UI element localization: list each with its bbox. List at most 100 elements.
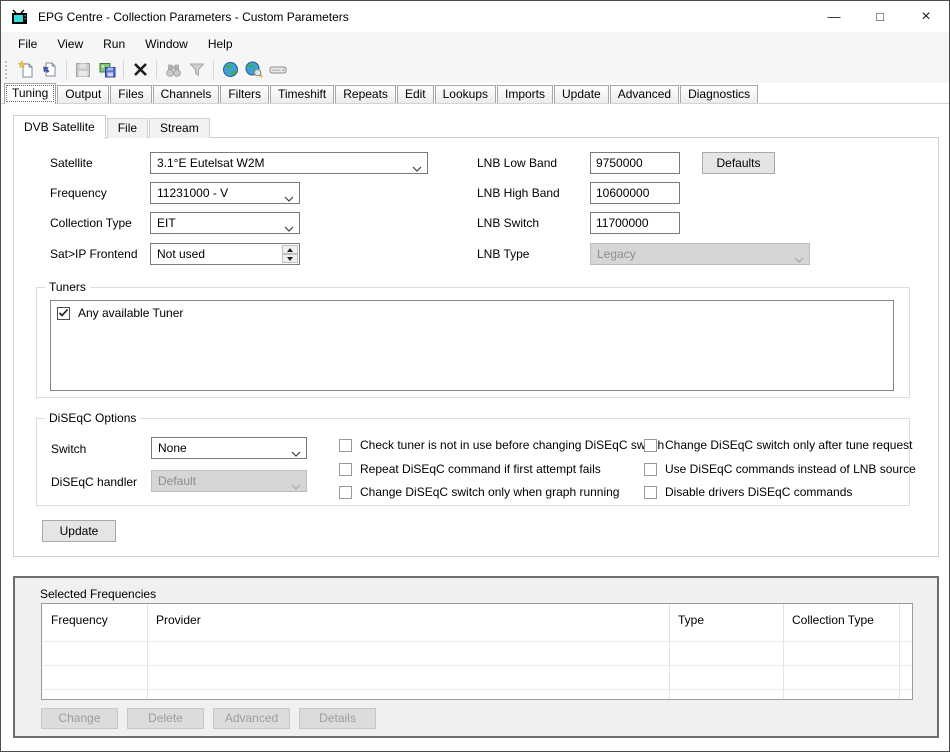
satellite-select[interactable]: 3.1°E Eutelsat W2M [150,152,428,174]
checkbox-disable-drivers-diseqc[interactable]: Disable drivers DiSEqC commands [644,485,852,499]
open-file-icon[interactable] [38,58,62,81]
lnb-switch-input[interactable] [590,212,680,234]
row-divider [42,689,912,690]
tab-advanced[interactable]: Advanced [610,85,679,103]
tab-diagnostics[interactable]: Diagnostics [680,85,758,103]
checkbox-use-diseqc-instead-lnb[interactable]: Use DiSEqC commands instead of LNB sourc… [644,462,916,476]
filter-icon[interactable] [185,58,209,81]
menu-view[interactable]: View [47,32,93,56]
checkbox-icon [644,463,657,476]
lnb-type-select: Legacy [590,243,810,265]
update-button[interactable]: Update [42,520,116,542]
defaults-button[interactable]: Defaults [702,152,775,174]
tab-tuning[interactable]: Tuning [4,83,56,104]
toolbar-grip [5,61,9,79]
tab-lookups[interactable]: Lookups [435,85,496,103]
tuners-listbox[interactable]: Any available Tuner [50,300,894,391]
lnb-high-band-input[interactable] [590,182,680,204]
tuners-group-title: Tuners [45,280,90,295]
tab-output[interactable]: Output [57,85,109,103]
triangle-down-icon [287,257,293,261]
spin-down-button[interactable] [282,254,298,263]
dvb-satellite-page: Satellite 3.1°E Eutelsat W2M Frequency 1… [13,137,939,557]
checkbox-repeat-diseqc-command[interactable]: Repeat DiSEqC command if first attempt f… [339,462,601,476]
window-title: EPG Centre - Collection Parameters - Cus… [38,10,349,24]
checkbox-change-switch-after-tune[interactable]: Change DiSEqC switch only after tune req… [644,438,912,452]
triangle-up-icon [287,248,293,252]
tab-dvb-satellite[interactable]: DVB Satellite [13,115,106,139]
frequencies-table[interactable]: Frequency Provider Type Collection Type [41,603,913,700]
tab-file[interactable]: File [107,118,148,138]
row-divider [42,665,912,666]
satip-frontend-spinner[interactable]: Not used [150,243,300,265]
column-header-frequency[interactable]: Frequency [42,604,147,637]
menubar: File View Run Window Help [1,32,949,56]
spin-up-button[interactable] [282,245,298,254]
new-file-icon[interactable] [14,58,38,81]
delete-button[interactable]: Delete [127,708,204,729]
close-button[interactable]: × [903,1,949,32]
column-divider [899,604,900,699]
tv-app-icon [11,9,29,25]
details-button[interactable]: Details [299,708,376,729]
diseqc-options-groupbox: DiSEqC Options Switch None DiSEqC handle… [36,418,910,506]
tab-files[interactable]: Files [110,85,151,103]
frequency-select[interactable]: 11231000 - V [150,182,300,204]
column-divider [669,604,670,699]
tab-timeshift[interactable]: Timeshift [270,85,334,103]
drive-icon[interactable] [266,58,290,81]
tuners-groupbox: Tuners Any available Tuner [36,287,910,398]
delete-icon[interactable] [128,58,152,81]
web-icon[interactable] [218,58,242,81]
tab-channels[interactable]: Channels [153,85,220,103]
toolbar [1,56,949,83]
chevron-down-icon [412,161,422,174]
selected-frequencies-title: Selected Frequencies [40,587,156,601]
tab-imports[interactable]: Imports [497,85,553,103]
chevron-down-icon [794,252,804,265]
tab-update[interactable]: Update [554,85,609,103]
collection-type-select[interactable]: EIT [150,212,300,234]
web-search-icon[interactable] [242,58,266,81]
menu-file[interactable]: File [8,32,47,56]
toolbar-separator [123,61,124,79]
inner-tabstrip: DVB Satellite File Stream [13,113,211,138]
diseqc-switch-select[interactable]: None [151,437,307,459]
chevron-down-icon [291,479,301,492]
menu-window[interactable]: Window [135,32,198,56]
menu-run[interactable]: Run [93,32,135,56]
tuner-any-available-checkbox[interactable]: Any available Tuner [57,306,183,320]
menu-help[interactable]: Help [198,32,243,56]
app-window: EPG Centre - Collection Parameters - Cus… [0,0,950,752]
lnb-low-band-input[interactable] [590,152,680,174]
checkbox-icon [339,439,352,452]
tab-repeats[interactable]: Repeats [335,85,396,103]
save-collection-icon[interactable] [95,58,119,81]
lnb-switch-label: LNB Switch [477,216,539,230]
collection-type-label: Collection Type [50,216,132,230]
maximize-button[interactable]: □ [857,1,903,32]
frequency-label: Frequency [50,186,107,200]
frequencies-actions: Change Delete Advanced Details [41,708,376,729]
checkbox-icon [644,439,657,452]
find-icon[interactable] [161,58,185,81]
tab-edit[interactable]: Edit [397,85,434,103]
save-icon[interactable] [71,58,95,81]
switch-label: Switch [51,442,86,456]
column-header-collection-type[interactable]: Collection Type [783,604,899,637]
checkbox-change-switch-graph-running[interactable]: Change DiSEqC switch only when graph run… [339,485,619,499]
column-divider [147,604,148,699]
change-button[interactable]: Change [41,708,118,729]
tab-stream[interactable]: Stream [149,118,210,138]
lnb-type-label: LNB Type [477,247,529,261]
toolbar-separator [156,61,157,79]
checkbox-check-tuner-not-in-use[interactable]: Check tuner is not in use before changin… [339,438,664,452]
chevron-down-icon [291,446,301,459]
lnb-high-band-label: LNB High Band [477,186,560,200]
row-divider [42,641,912,642]
minimize-button[interactable]: — [811,1,857,32]
tab-filters[interactable]: Filters [220,85,269,103]
column-header-provider[interactable]: Provider [147,604,669,637]
column-header-type[interactable]: Type [669,604,783,637]
advanced-button[interactable]: Advanced [213,708,290,729]
